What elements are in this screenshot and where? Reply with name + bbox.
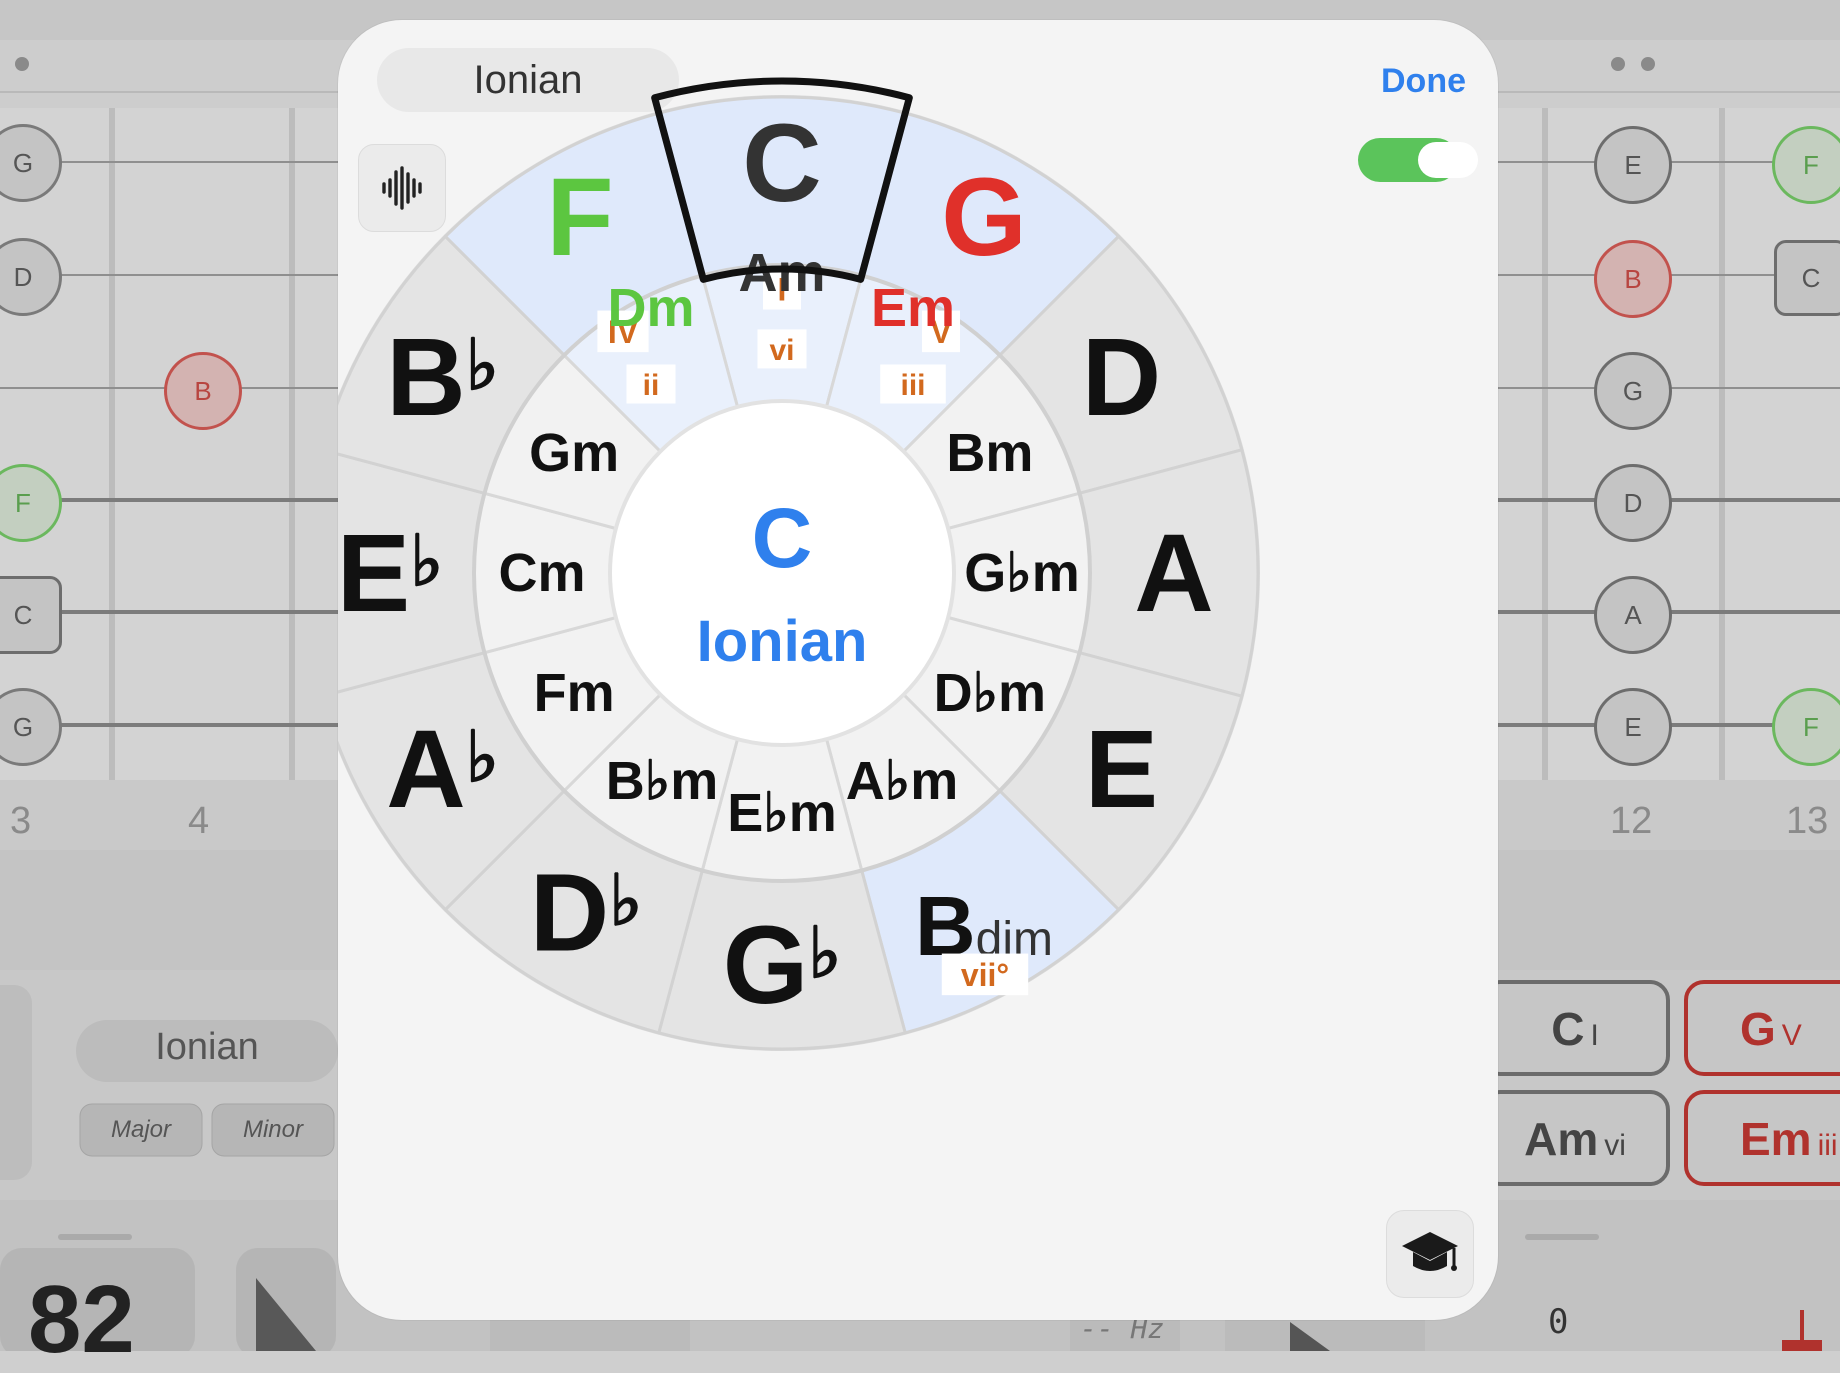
svg-text:ii: ii xyxy=(643,369,660,402)
fret-marker-note: B xyxy=(164,352,242,430)
inner-chord-label: Bm xyxy=(946,423,1033,483)
outer-key-label: D xyxy=(1082,316,1161,439)
outer-key-label: C xyxy=(742,102,821,225)
center-mode: Ionian xyxy=(697,609,868,674)
outer-key-label: A xyxy=(1134,512,1213,635)
center-key: C xyxy=(752,491,813,585)
bg-chord-button: Am vi xyxy=(1524,1113,1626,1165)
inner-chord-label: G♭m xyxy=(964,543,1080,603)
inner-chord-label: Dm xyxy=(607,278,694,338)
fret-number: 4 xyxy=(188,800,210,842)
svg-text:vi: vi xyxy=(769,334,794,367)
bg-chord-button: Em iii xyxy=(1740,1113,1838,1165)
bg-chord-button: GV xyxy=(1740,1003,1802,1055)
fret-number: 13 xyxy=(1786,800,1829,842)
bg-mode-label: Ionian xyxy=(155,1026,259,1068)
inner-chord-label: B♭m xyxy=(606,751,718,811)
inner-chord-label: Em xyxy=(871,278,955,338)
fret-number: 3 xyxy=(10,800,32,842)
graduation-cap-icon xyxy=(1402,1232,1458,1271)
degree-label: vi xyxy=(757,329,807,369)
fret-number: 12 xyxy=(1610,800,1653,842)
inner-chord-label: D♭m xyxy=(934,663,1046,723)
outer-key-label: E xyxy=(1085,708,1158,831)
string-note: B xyxy=(1594,240,1672,318)
string-note: C xyxy=(1774,240,1840,316)
bg-tempo: 82 xyxy=(28,1266,135,1373)
circle-of-fifths-modal: Ionian Done C I G V D A E Bdim vii° G♭ D♭ A♭ E♭ B♭ F IV… xyxy=(338,20,1498,1320)
inner-chord-label: E♭m xyxy=(727,783,837,843)
bg-chord-button: CI xyxy=(1551,1003,1599,1055)
inner-chord-label: Cm xyxy=(498,543,585,603)
string-note: E xyxy=(1594,126,1672,204)
string-note: F xyxy=(1772,688,1840,766)
string-note: F xyxy=(0,464,62,542)
string-note: D xyxy=(0,238,62,316)
string-note: E xyxy=(1594,688,1672,766)
string-note: G xyxy=(0,688,62,766)
inner-chord-label: Fm xyxy=(534,663,615,723)
outer-key-label: F xyxy=(546,156,613,279)
inner-chord-label: Gm xyxy=(529,423,619,483)
string-note: A xyxy=(1594,576,1672,654)
bg-counter: 0 xyxy=(1548,1302,1569,1342)
svg-text:iii: iii xyxy=(900,369,925,402)
learn-button[interactable] xyxy=(1386,1210,1474,1298)
degree-label: iii xyxy=(880,364,946,404)
string-note: G xyxy=(1594,352,1672,430)
degree-label: ii xyxy=(626,364,676,404)
string-note: D xyxy=(1594,464,1672,542)
bg-minor-button: Minor xyxy=(242,1116,303,1143)
outer-key-label: G xyxy=(941,156,1027,279)
bg-major-button: Major xyxy=(110,1116,171,1143)
string-note: F xyxy=(1772,126,1840,204)
degree-label: vii° xyxy=(941,953,1029,996)
circle-of-fifths[interactable]: CIGV DAEBdimvii°G♭D♭A♭E♭B♭FIVAmviEmiiiBmG… xyxy=(338,20,1498,1320)
svg-text:vii°: vii° xyxy=(961,957,1009,993)
inner-chord-label: A♭m xyxy=(846,751,958,811)
string-note: G xyxy=(0,124,62,202)
string-note: C xyxy=(0,576,62,654)
